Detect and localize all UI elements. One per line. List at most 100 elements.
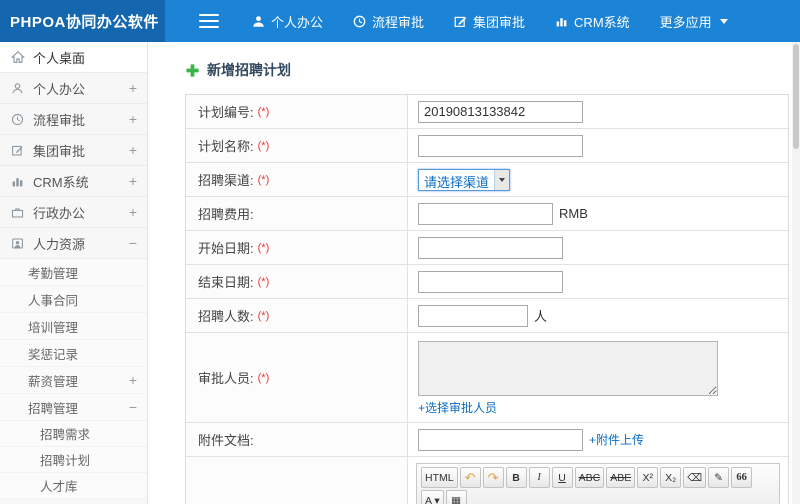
form-row-fee: 招聘费用: RMB	[186, 197, 788, 231]
field-label: 招聘人数: (*)	[186, 299, 408, 332]
field-label: 计划编号: (*)	[186, 95, 408, 128]
nav-item-personal-office[interactable]: 个人办公	[237, 0, 338, 42]
collapse-icon[interactable]: −	[129, 400, 137, 414]
field-label: 计划名称: (*)	[186, 129, 408, 162]
sidebar-item-admin-office[interactable]: 行政办公 +	[0, 197, 147, 228]
fee-input[interactable]	[418, 202, 553, 225]
underline-button[interactable]: U	[551, 467, 573, 488]
sidebar-item-crm-system[interactable]: CRM系统 +	[0, 166, 147, 197]
plan-name-input[interactable]	[418, 134, 583, 157]
sidebar-item-rewards[interactable]: 奖惩记录	[0, 340, 147, 367]
end-date-input[interactable]	[418, 270, 563, 293]
sidebar-item-label: 招聘管理	[28, 401, 79, 416]
nav-item-label: CRM系统	[574, 14, 630, 30]
expand-icon[interactable]: +	[129, 174, 137, 188]
sidebar-item-talent-pool[interactable]: 人才库	[0, 473, 147, 499]
table-button[interactable]: ▦	[445, 490, 467, 504]
nav-item-crm-system[interactable]: CRM系统	[540, 0, 645, 42]
chevron-down-icon	[719, 18, 728, 24]
plus-icon	[185, 63, 200, 78]
user-icon	[252, 15, 265, 28]
field-value-cell: 人	[408, 299, 788, 332]
top-nav: 个人办公 流程审批 集团审批 CRM系统 更多应用	[165, 0, 800, 42]
sidebar-item-workflow-approval[interactable]: 流程审批 +	[0, 104, 147, 135]
bar-chart-icon	[10, 175, 25, 188]
field-label-text: 计划名称:	[198, 139, 254, 154]
undo-button[interactable]: ↶	[459, 467, 481, 488]
field-value-cell	[408, 265, 788, 298]
sidebar-item-training[interactable]: 培训管理	[0, 313, 147, 340]
form-row-end-date: 结束日期: (*)	[186, 265, 788, 299]
expand-icon[interactable]: +	[129, 205, 137, 219]
expand-icon[interactable]: +	[129, 112, 137, 126]
vertical-scrollbar[interactable]	[792, 42, 800, 504]
collapse-icon[interactable]: −	[129, 236, 137, 250]
expand-icon[interactable]: +	[129, 143, 137, 157]
sidebar-item-human-resources[interactable]: 人力资源 −	[0, 228, 147, 259]
sidebar-item-recruit-plan[interactable]: 招聘计划	[0, 447, 147, 473]
sidebar-item-salary[interactable]: 薪资管理 +	[0, 367, 147, 394]
format-painter-button[interactable]: ✎	[708, 467, 730, 488]
redo-button[interactable]: ↷	[482, 467, 504, 488]
html-source-button[interactable]: HTML	[421, 467, 458, 488]
subscript-button[interactable]: X₂	[660, 467, 682, 488]
blockquote-button[interactable]: 66	[731, 467, 753, 488]
unit-label: RMB	[559, 206, 588, 221]
field-label: 附件文档:	[186, 423, 408, 456]
font-color-button[interactable]: A ▾	[421, 490, 444, 504]
sidebar-item-label: 培训管理	[28, 320, 79, 335]
expand-icon[interactable]: +	[129, 81, 137, 95]
editor-toolbar-row1: HTML ↶ ↷ B I U ABC ABE X² X₂ ⌫ ✎ 66 A ▾	[417, 464, 779, 504]
sidebar-item-label: 个人桌面	[33, 50, 86, 66]
start-date-input[interactable]	[418, 236, 563, 259]
rich-text-editor: HTML ↶ ↷ B I U ABC ABE X² X₂ ⌫ ✎ 66 A ▾	[416, 463, 780, 504]
sidebar-item-attendance[interactable]: 考勤管理	[0, 259, 147, 286]
field-value-cell: +附件上传	[408, 423, 788, 456]
headcount-input[interactable]	[418, 304, 528, 327]
sidebar-item-hr-contract[interactable]: 人事合同	[0, 286, 147, 313]
sidebar-item-label: 个人办公	[33, 81, 86, 97]
eraser-button[interactable]: ⌫	[683, 467, 707, 488]
plan-number-input[interactable]	[418, 100, 583, 123]
required-marker: (*)	[257, 139, 270, 152]
menu-toggle-icon[interactable]	[199, 14, 219, 28]
sidebar-item-label: 考勤管理	[28, 266, 79, 281]
field-label-text: 附件文档:	[198, 433, 254, 448]
chevron-down-icon	[494, 169, 510, 190]
scrollbar-thumb[interactable]	[793, 44, 799, 149]
nav-item-label: 集团审批	[473, 14, 526, 30]
superscript-button[interactable]: X²	[637, 467, 659, 488]
field-label-text: 招聘费用:	[198, 207, 254, 222]
form-row-headcount: 招聘人数: (*) 人	[186, 299, 788, 333]
sidebar-item-personal-office[interactable]: 个人办公 +	[0, 73, 147, 104]
approver-textarea[interactable]	[418, 341, 718, 396]
unit-label: 人	[534, 309, 548, 324]
form-row-channel: 招聘渠道: (*) 请选择渠道	[186, 163, 788, 197]
sidebar-item-recruit-demand[interactable]: 招聘需求	[0, 421, 147, 447]
attachment-upload-link[interactable]: +附件上传	[589, 431, 644, 448]
field-label: 招聘费用:	[186, 197, 408, 230]
nav-item-label: 个人办公	[271, 14, 324, 30]
nav-item-workflow-approval[interactable]: 流程审批	[338, 0, 439, 42]
attachment-input[interactable]	[418, 428, 583, 451]
nav-item-more-apps[interactable]: 更多应用	[645, 0, 743, 42]
remove-format-button[interactable]: ABE	[606, 467, 636, 488]
sidebar-item-group-approval[interactable]: 集团审批 +	[0, 135, 147, 166]
required-marker: (*)	[257, 275, 270, 288]
sidebar-item-label: 人事合同	[28, 293, 79, 308]
strikethrough-button[interactable]: ABC	[574, 467, 605, 488]
expand-icon[interactable]: +	[129, 373, 137, 387]
form-row-plan-name: 计划名称: (*)	[186, 129, 788, 163]
nav-item-group-approval[interactable]: 集团审批	[439, 0, 540, 42]
sidebar-item-label: 行政办公	[33, 205, 86, 221]
app-logo: PHPOA协同办公软件	[0, 0, 165, 42]
channel-select[interactable]: 请选择渠道	[418, 168, 511, 191]
sidebar-item-recruitment[interactable]: 招聘管理 −	[0, 394, 147, 421]
sidebar-item-personal-desktop[interactable]: 个人桌面	[0, 42, 147, 73]
required-marker: (*)	[257, 105, 270, 118]
bold-button[interactable]: B	[505, 467, 527, 488]
sidebar-item-label: 人才库	[40, 480, 78, 494]
italic-button[interactable]: I	[528, 467, 550, 488]
nav-item-label: 更多应用	[659, 14, 712, 30]
select-approver-link[interactable]: +选择审批人员	[418, 399, 497, 416]
